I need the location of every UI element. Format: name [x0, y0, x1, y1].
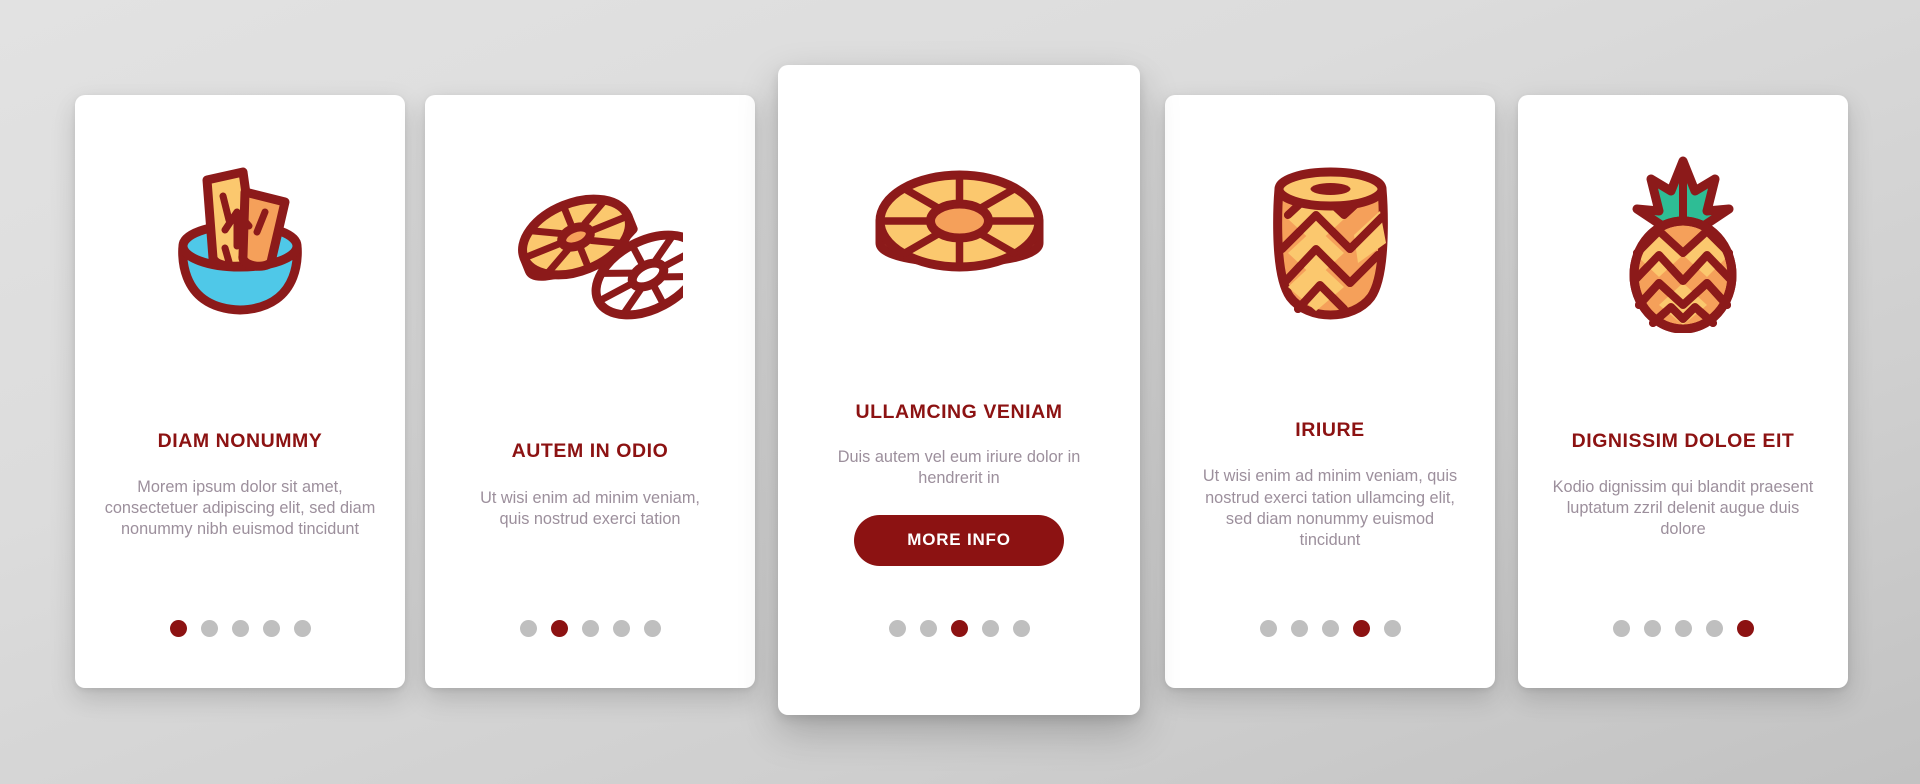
pagination-dot[interactable]: [1012, 620, 1030, 638]
card-5-pagination-dots[interactable]: [1518, 620, 1848, 637]
pagination-dot[interactable]: [1612, 620, 1630, 637]
pagination-dot[interactable]: [612, 620, 630, 638]
pineapple-slices-in-bowl-icon: [75, 135, 405, 350]
pineapple-rings-icon: [425, 135, 755, 350]
pagination-dot[interactable]: [262, 620, 280, 637]
card-4-title: IRIURE: [1295, 418, 1365, 441]
pagination-dot[interactable]: [1736, 620, 1754, 637]
more-info-button[interactable]: MORE INFO: [854, 514, 1064, 566]
pagination-dot[interactable]: [293, 620, 311, 637]
pagination-dot[interactable]: [1321, 620, 1339, 638]
pagination-dot[interactable]: [200, 620, 218, 637]
card-1-title: DIAM NONUMMY: [157, 429, 323, 452]
card-1-body: Morem ipsum dolor sit amet, consectetuer…: [104, 477, 376, 539]
pineapple-slice-disc-icon: [778, 117, 1140, 347]
pagination-dot[interactable]: [643, 620, 661, 638]
card-4-pagination-dots[interactable]: [1165, 620, 1495, 638]
onboarding-card-stage: DIAM NONUMMY Morem ipsum dolor sit amet,…: [0, 0, 1920, 784]
onboarding-card-4[interactable]: IRIURE Ut wisi enim ad minim veniam, qui…: [1165, 95, 1495, 688]
onboarding-card-1[interactable]: DIAM NONUMMY Morem ipsum dolor sit amet,…: [75, 95, 405, 688]
onboarding-card-2[interactable]: AUTEM IN ODIO Ut wisi enim ad minim veni…: [425, 95, 755, 688]
pagination-dot[interactable]: [1259, 620, 1277, 638]
onboarding-card-3[interactable]: ULLAMCING VENIAM Duis autem vel eum iriu…: [778, 65, 1140, 715]
pagination-dot[interactable]: [519, 620, 537, 638]
card-2-title: AUTEM IN ODIO: [511, 440, 669, 463]
card-1-pagination-dots[interactable]: [75, 620, 405, 637]
peeled-pineapple-icon: [1165, 135, 1495, 350]
pagination-dot[interactable]: [981, 620, 999, 638]
pagination-dot[interactable]: [1290, 620, 1308, 638]
card-5-body: Kodio dignissim qui blandit praesent lup…: [1552, 477, 1814, 539]
pagination-dot[interactable]: [1352, 620, 1370, 638]
card-4-body: Ut wisi enim ad minim veniam, quis nostr…: [1202, 467, 1458, 549]
card-3-body: Duis autem vel eum iriure dolor in hendr…: [837, 447, 1081, 487]
pagination-dot[interactable]: [581, 620, 599, 638]
pagination-dot[interactable]: [169, 620, 187, 637]
pagination-dot[interactable]: [1383, 620, 1401, 638]
card-3-title: ULLAMCING VENIAM: [855, 401, 1063, 424]
onboarding-card-5[interactable]: DIGNISSIM DOLOE EIT Kodio dignissim qui …: [1518, 95, 1848, 688]
card-2-pagination-dots[interactable]: [425, 620, 755, 638]
pagination-dot[interactable]: [1674, 620, 1692, 637]
card-2-body: Ut wisi enim ad minim veniam, quis nostr…: [480, 488, 700, 528]
pagination-dot[interactable]: [231, 620, 249, 637]
pagination-dot[interactable]: [1705, 620, 1723, 637]
pagination-dot[interactable]: [950, 620, 968, 638]
pagination-dot[interactable]: [919, 620, 937, 638]
card-3-pagination-dots[interactable]: [778, 620, 1140, 638]
pagination-dot[interactable]: [1643, 620, 1661, 637]
card-5-title: DIGNISSIM DOLOE EIT: [1571, 429, 1795, 452]
pagination-dot[interactable]: [888, 620, 906, 638]
whole-pineapple-icon: [1518, 135, 1848, 350]
pagination-dot[interactable]: [550, 620, 568, 638]
